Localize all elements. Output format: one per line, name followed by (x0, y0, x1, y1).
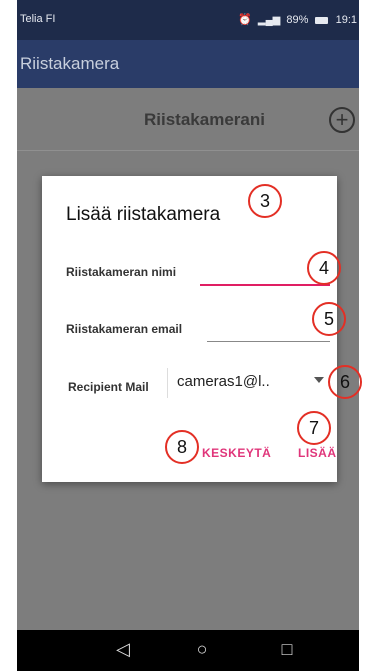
chevron-down-icon[interactable] (314, 377, 324, 383)
navigation-bar: ◁ ○ □ (17, 630, 359, 671)
callout-marker-7: 7 (297, 411, 331, 445)
home-circle-icon[interactable]: ○ (190, 639, 214, 660)
cancel-button[interactable]: KESKEYTÄ (202, 446, 271, 460)
callout-marker-5: 5 (312, 302, 346, 336)
camera-name-label: Riistakameran nimi (66, 265, 177, 279)
section-title: Riistakamerani (144, 110, 265, 129)
camera-email-label: Riistakameran email (66, 322, 183, 336)
status-bar: Telia FI ⏰ ▂▄▆ 89% 19:1 (17, 0, 359, 40)
battery-icon (314, 16, 328, 24)
callout-marker-8: 8 (165, 430, 199, 464)
clock: 19:1 (335, 14, 357, 26)
status-indicators: ⏰ ▂▄▆ 89% 19:1 (235, 13, 357, 26)
camera-name-input[interactable] (200, 284, 330, 286)
alarm-icon: ⏰ (238, 14, 252, 26)
callout-marker-4: 4 (307, 251, 341, 285)
add-button[interactable]: LISÄÄ (298, 446, 337, 460)
signal-icon: ▂▄▆ (257, 15, 281, 26)
callout-marker-6: 6 (328, 365, 362, 399)
carrier-name: Telia FI (20, 13, 56, 25)
recipient-mail-label: Recipient Mail (68, 380, 149, 394)
select-divider (167, 368, 168, 398)
callout-marker-3: 3 (248, 184, 282, 218)
camera-email-input[interactable] (207, 341, 330, 342)
battery-percent: 89% (286, 14, 309, 26)
back-triangle-icon[interactable]: ◁ (111, 639, 135, 660)
plus-circle-icon[interactable]: + (329, 107, 355, 133)
content-header: Riistakamerani + (17, 88, 359, 151)
app-bar: Riistakamera (17, 40, 359, 88)
recipient-mail-select[interactable]: cameras1@l.. (177, 373, 270, 390)
app-title: Riistakamera (20, 54, 120, 73)
recents-square-icon[interactable]: □ (275, 639, 299, 660)
dialog-title: Lisää riistakamera (66, 204, 221, 225)
